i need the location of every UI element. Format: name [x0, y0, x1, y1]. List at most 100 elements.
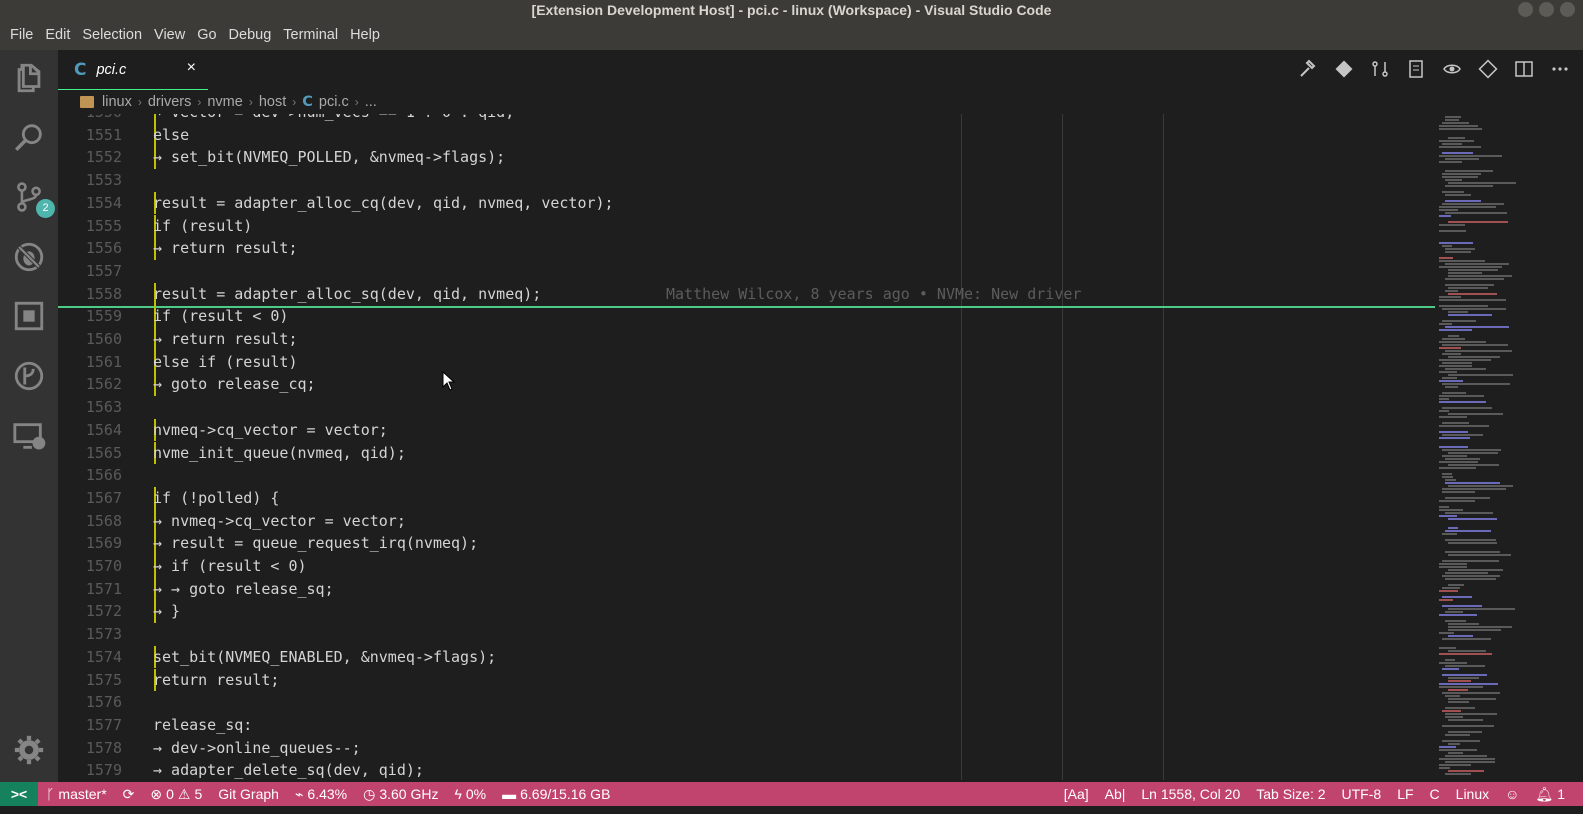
code-line[interactable]: 1552 → set_bit(NVMEQ_POLLED, &nvmeq->flag… [58, 146, 1435, 170]
git-graph-button[interactable]: Git Graph [210, 786, 287, 802]
git-branch[interactable]: ᚴ master* [38, 786, 115, 802]
menu-selection[interactable]: Selection [76, 20, 148, 50]
git-commit-icon[interactable] [1477, 58, 1499, 80]
code-line[interactable]: 1579 → adapter_delete_sq(dev, qid); [58, 759, 1435, 780]
code-line[interactable]: 1569 → result = queue_request_irq(nvmeq); [58, 532, 1435, 555]
git-icon[interactable] [1333, 58, 1355, 80]
code-line[interactable]: 1567 if (!polled) { [58, 486, 1435, 510]
line-number: 1557 [85, 261, 122, 280]
minimize-button[interactable] [1518, 2, 1533, 17]
tab-pci-c[interactable]: C pci.c × [58, 50, 208, 90]
close-tab-icon[interactable]: × [187, 59, 196, 77]
gitlens-icon[interactable] [9, 356, 49, 396]
menu-edit[interactable]: Edit [39, 20, 76, 50]
more-icon[interactable] [1549, 58, 1571, 80]
whole-word-toggle[interactable]: Ab| [1097, 786, 1134, 802]
cpu-usage[interactable]: ⌁ 6.43% [287, 786, 355, 803]
line-number: 1569 [85, 534, 122, 553]
code-line[interactable]: 1562 → goto release_cq; [58, 373, 1435, 397]
code-line[interactable]: 1572 → } [58, 600, 1435, 624]
code-line[interactable]: 1566 [58, 464, 1435, 487]
feedback-smiley-icon[interactable]: ☺ [1497, 786, 1527, 802]
minimap-line [1439, 563, 1467, 565]
menu-go[interactable]: Go [191, 20, 222, 50]
platform[interactable]: Linux [1448, 786, 1497, 802]
code-line[interactable]: 1564 nvmeq->cq_vector = vector; [58, 418, 1435, 442]
code-line[interactable]: 1557 [58, 260, 1435, 283]
remote-explorer-icon[interactable] [9, 416, 49, 456]
extensions-icon[interactable] [9, 296, 49, 336]
code-line[interactable]: 1559 if (result < 0) [58, 305, 1435, 328]
explorer-icon[interactable] [9, 58, 49, 98]
compare-icon[interactable] [1369, 58, 1391, 80]
breadcrumb-item-nvme[interactable]: nvme [207, 94, 242, 110]
source-control-icon[interactable]: 2 [9, 177, 55, 218]
code-line[interactable]: 1558 result = adapter_alloc_sq(dev, qid, … [58, 282, 1435, 306]
code-line[interactable]: 1553 [58, 169, 1435, 192]
minimap-line [1439, 323, 1452, 325]
minimap-line [1445, 368, 1486, 370]
minimap[interactable] [1435, 114, 1583, 780]
breadcrumb-item-drivers[interactable]: drivers [148, 94, 192, 110]
hammer-icon[interactable] [1297, 58, 1319, 80]
close-window-button[interactable] [1560, 2, 1575, 17]
code-line[interactable]: 1561 else if (result) [58, 350, 1435, 374]
menu-terminal[interactable]: Terminal [277, 20, 344, 50]
problems-indicator[interactable]: ⊗ 0 ⚠ 5 [142, 786, 210, 803]
code-line[interactable]: 1568 → nvmeq->cq_vector = vector; [58, 509, 1435, 533]
match-case-toggle[interactable]: [Aa] [1056, 786, 1097, 802]
code-line[interactable]: 1576 [58, 691, 1435, 714]
code-line[interactable]: 1578 → dev->online_queues--; [58, 737, 1435, 760]
breadcrumb-item-linux[interactable]: linux [102, 94, 132, 110]
language-mode[interactable]: C [1422, 786, 1448, 802]
cpu-frequency[interactable]: ◷ 3.60 GHz [355, 786, 446, 803]
breadcrumb-item-file[interactable]: pci.c [319, 94, 349, 110]
code-line[interactable]: 1555 if (result) [58, 214, 1435, 238]
git-blame-annotation[interactable]: Matthew Wilcox, 8 years ago • NVMe: New … [666, 283, 1081, 306]
code-line[interactable]: 1570 → if (result < 0) [58, 555, 1435, 578]
breadcrumb-ellipsis[interactable]: ... [365, 94, 377, 110]
maximize-button[interactable] [1539, 2, 1554, 17]
notifications[interactable]: 🔔︎ 1 [1527, 786, 1573, 803]
code-line[interactable]: 1575 return result; [58, 668, 1435, 692]
code-line[interactable]: 1577 release_sq: [58, 714, 1435, 737]
line-number: 1552 [85, 148, 122, 167]
minimap-line [1445, 620, 1466, 622]
end-of-line[interactable]: LF [1389, 786, 1421, 802]
outline-icon[interactable] [1405, 58, 1427, 80]
power-usage[interactable]: ϟ 0% [446, 786, 494, 802]
code-line[interactable]: 1574 set_bit(NVMEQ_ENABLED, &nvmeq->flags… [58, 645, 1435, 669]
window-title-bar: [Extension Development Host] - pci.c - l… [0, 0, 1583, 20]
encoding[interactable]: UTF-8 [1334, 786, 1390, 802]
chevron-right-icon: › [197, 95, 202, 109]
code-line[interactable]: 1563 [58, 396, 1435, 419]
minimap-line [1439, 764, 1471, 766]
code-line[interactable]: 1571 → → goto release_sq; [58, 577, 1435, 601]
code-line[interactable]: 1573 [58, 623, 1435, 646]
code-editor[interactable]: 1550 → vector = dev->num_vecs == 1 ? 0 : … [58, 114, 1435, 780]
remote-indicator-icon[interactable]: >< [0, 782, 38, 806]
code-line[interactable]: 1565 nvme_init_queue(nvmeq, qid); [58, 441, 1435, 465]
debug-icon[interactable] [9, 237, 49, 277]
sync-icon[interactable]: ⟳ [115, 786, 143, 803]
lightning-icon: ϟ [454, 786, 462, 802]
code-line[interactable]: 1551 else [58, 123, 1435, 147]
code-line[interactable]: 1554 result = adapter_alloc_cq(dev, qid, … [58, 191, 1435, 215]
eye-icon[interactable] [1441, 58, 1463, 80]
breadcrumb-item-host[interactable]: host [259, 94, 286, 110]
memory-usage[interactable]: ▬ 6.69/15.16 GB [494, 786, 618, 802]
split-editor-icon[interactable] [1513, 58, 1535, 80]
menu-file[interactable]: File [4, 20, 39, 50]
code-line[interactable]: 1550 → vector = dev->num_vecs == 1 ? 0 : … [58, 114, 1435, 124]
cursor-position[interactable]: Ln 1558, Col 20 [1133, 786, 1248, 802]
tab-size[interactable]: Tab Size: 2 [1248, 786, 1333, 802]
menu-view[interactable]: View [148, 20, 191, 50]
code-line[interactable]: 1556 → return result; [58, 237, 1435, 260]
menu-help[interactable]: Help [344, 20, 386, 50]
menu-debug[interactable]: Debug [223, 20, 278, 50]
editor-actions [1297, 58, 1571, 80]
line-number: 1578 [85, 738, 122, 757]
search-icon[interactable] [9, 117, 49, 157]
code-line[interactable]: 1560 → return result; [58, 328, 1435, 351]
settings-gear-icon[interactable] [9, 730, 49, 770]
